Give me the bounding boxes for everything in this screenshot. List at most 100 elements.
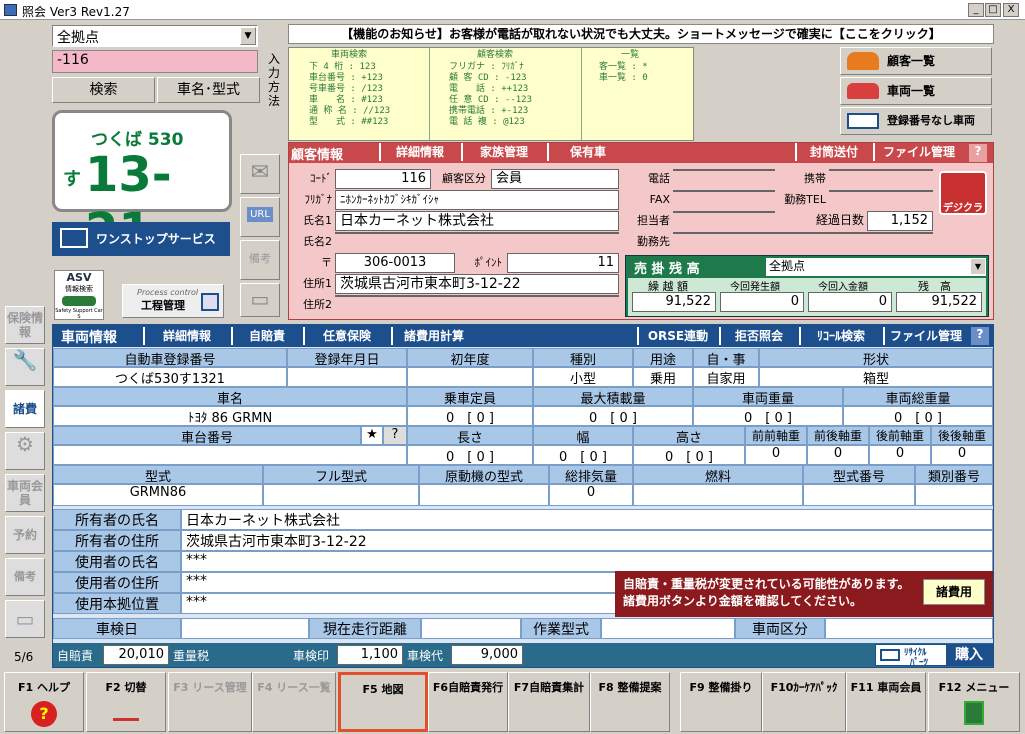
- tab-customer-info[interactable]: 顧客情報: [291, 144, 343, 163]
- tab-envelope[interactable]: 封筒送付: [795, 143, 871, 161]
- name2-field[interactable]: [335, 232, 619, 234]
- f7-jibai-summary-button[interactable]: F7自賠責集計: [508, 672, 590, 732]
- url-button[interactable]: URL: [240, 197, 280, 237]
- full-model-value[interactable]: [263, 484, 419, 506]
- help-icon[interactable]: ?: [383, 426, 407, 445]
- process-control-button[interactable]: Process control 工程管理: [122, 284, 224, 318]
- days-field[interactable]: 1,152: [867, 211, 933, 231]
- work-type-value[interactable]: [601, 618, 735, 639]
- tab-refusal[interactable]: 拒否照会: [719, 327, 797, 345]
- tab-file-manage[interactable]: ファイル管理: [873, 143, 963, 161]
- tab-fee-calc[interactable]: 諸費用計算: [391, 327, 475, 345]
- receivable-branch-select[interactable]: 全拠点 ▼: [766, 258, 986, 276]
- reg-number-value[interactable]: つくば530す1321: [53, 367, 287, 387]
- code-field[interactable]: 116: [335, 169, 431, 189]
- f8-maintenance-proposal-button[interactable]: F8 整備提案: [590, 672, 670, 732]
- mobile-field[interactable]: [829, 169, 933, 171]
- vehicle-list-button[interactable]: 車両一覧: [840, 77, 992, 105]
- ff-axle-value[interactable]: 0: [745, 445, 807, 465]
- kana-field[interactable]: ﾆﾎﾝｶｰﾈｯﾄｶﾌﾞｼｷｶﾞｲｼｬ: [335, 190, 619, 210]
- weight-value[interactable]: 0 [ 0 ]: [693, 406, 843, 426]
- workplace-field[interactable]: [673, 232, 933, 234]
- owner-name-value[interactable]: 日本カーネット株式会社: [181, 509, 993, 530]
- f1-help-button[interactable]: F1 ヘルプ?: [4, 672, 84, 732]
- point-field[interactable]: 11: [507, 253, 619, 273]
- engine-model-value[interactable]: [419, 484, 549, 506]
- owner-address-value[interactable]: 茨城県古河市東本町3-12-22: [181, 530, 993, 551]
- side-reservation[interactable]: 予約: [5, 516, 45, 554]
- tab-owned-cars[interactable]: 保有車: [547, 143, 627, 161]
- vehicle-class-value[interactable]: [825, 618, 993, 639]
- side-vehicle-member[interactable]: 車両会員: [5, 474, 45, 512]
- digikura-button[interactable]: デジクラ: [939, 171, 987, 215]
- tab-vehicle-files[interactable]: ファイル管理: [883, 327, 967, 345]
- length-value[interactable]: 0 [ 0 ]: [407, 445, 533, 465]
- tab-detail[interactable]: 詳細情報: [379, 143, 459, 161]
- asv-button[interactable]: ASV 情報検索 Safety Support Car S: [54, 270, 104, 320]
- recycle-parts-button[interactable]: ﾘｻｲｸﾙ ﾊﾟｰﾂ 購入: [875, 644, 993, 668]
- fuel-value[interactable]: [633, 484, 803, 506]
- rf-axle-value[interactable]: 0: [869, 445, 931, 465]
- f5-map-button[interactable]: F5 地図: [338, 672, 428, 732]
- star-icon[interactable]: ★: [361, 426, 383, 445]
- inspection-date-value[interactable]: [181, 618, 309, 639]
- class-number-value[interactable]: [915, 484, 993, 506]
- tab-vehicle-detail[interactable]: 詳細情報: [143, 327, 229, 345]
- reg-date-value[interactable]: [287, 367, 407, 387]
- chassis-value[interactable]: [53, 445, 407, 465]
- kind-value[interactable]: 小型: [533, 367, 633, 387]
- chevron-down-icon[interactable]: ▼: [240, 27, 256, 45]
- folder-icon[interactable]: ▭: [240, 283, 280, 317]
- minimize-button[interactable]: _: [968, 3, 984, 17]
- f6-jibai-issue-button[interactable]: F6自賠責発行: [428, 672, 508, 732]
- user-name-value[interactable]: ***: [181, 551, 993, 572]
- staff-field[interactable]: [673, 211, 775, 213]
- model-value[interactable]: GRMN86: [53, 484, 263, 506]
- fax-field[interactable]: [673, 190, 775, 192]
- tab-vehicle-info[interactable]: 車両情報: [61, 327, 117, 347]
- fees-button[interactable]: 諸費用: [923, 579, 985, 605]
- addr2-field[interactable]: [335, 295, 619, 297]
- zip-field[interactable]: 306-0013: [335, 253, 455, 273]
- f10-carcare-button[interactable]: F10ｶｰｹｱﾊﾟｯｸ: [762, 672, 846, 732]
- mail-icon[interactable]: ✉: [240, 154, 280, 194]
- width-value[interactable]: 0 [ 0 ]: [533, 445, 633, 465]
- name1-field[interactable]: 日本カーネット株式会社: [335, 211, 619, 231]
- help-icon[interactable]: ?: [969, 144, 987, 162]
- max-load-value[interactable]: 0 [ 0 ]: [533, 406, 693, 426]
- shape-value[interactable]: 箱型: [759, 367, 993, 387]
- f9-maintenance-button[interactable]: F9 整備掛り: [680, 672, 762, 732]
- tel-field[interactable]: [673, 169, 775, 171]
- f11-vehicle-member-button[interactable]: F11 車両会員: [846, 672, 926, 732]
- gear-icon[interactable]: ⚙: [5, 432, 45, 470]
- f2-switch-button[interactable]: F2 切替: [86, 672, 166, 732]
- onestop-button[interactable]: ワンストップサービス: [52, 222, 230, 256]
- maximize-button[interactable]: □: [985, 3, 1001, 17]
- wrench-icon[interactable]: 🔧: [5, 348, 45, 386]
- model-search-button[interactable]: 車名･型式: [157, 77, 260, 103]
- customer-list-button[interactable]: 顧客一覧: [840, 47, 992, 75]
- car-name-value[interactable]: ﾄﾖﾀ 86 GRMN: [53, 406, 407, 426]
- height-value[interactable]: 0 [ 0 ]: [633, 445, 745, 465]
- side-fees[interactable]: 諸費: [5, 390, 45, 428]
- f12-menu-button[interactable]: F12 メニュー: [928, 672, 1020, 732]
- tab-orse[interactable]: ORSE連動: [637, 327, 717, 345]
- tab-jibai[interactable]: 自賠責: [231, 327, 301, 345]
- capacity-value[interactable]: 0 [ 0 ]: [407, 406, 533, 426]
- help-icon[interactable]: ?: [971, 327, 989, 345]
- side-insurance[interactable]: 保険情報: [5, 306, 45, 344]
- search-input[interactable]: -116: [52, 50, 258, 73]
- chevron-down-icon[interactable]: ▼: [971, 259, 985, 274]
- tab-optional-insurance[interactable]: 任意保険: [303, 327, 389, 345]
- displacement-value[interactable]: 0: [549, 484, 633, 506]
- usage-value[interactable]: 乗用: [633, 367, 693, 387]
- first-year-value[interactable]: [407, 367, 533, 387]
- branch-select[interactable]: 全拠点 ▼: [52, 25, 258, 47]
- worktel-field[interactable]: [829, 190, 933, 192]
- tab-family[interactable]: 家族管理: [461, 143, 545, 161]
- search-button[interactable]: 検索: [52, 77, 155, 103]
- notice-banner[interactable]: 【機能のお知らせ】お客様が電話が取れない状況でも大丈夫。ショートメッセージで確実…: [288, 24, 994, 44]
- no-registration-button[interactable]: 登録番号なし車両: [840, 107, 992, 135]
- note-icon[interactable]: 備考: [240, 240, 280, 280]
- mileage-value[interactable]: [421, 618, 521, 639]
